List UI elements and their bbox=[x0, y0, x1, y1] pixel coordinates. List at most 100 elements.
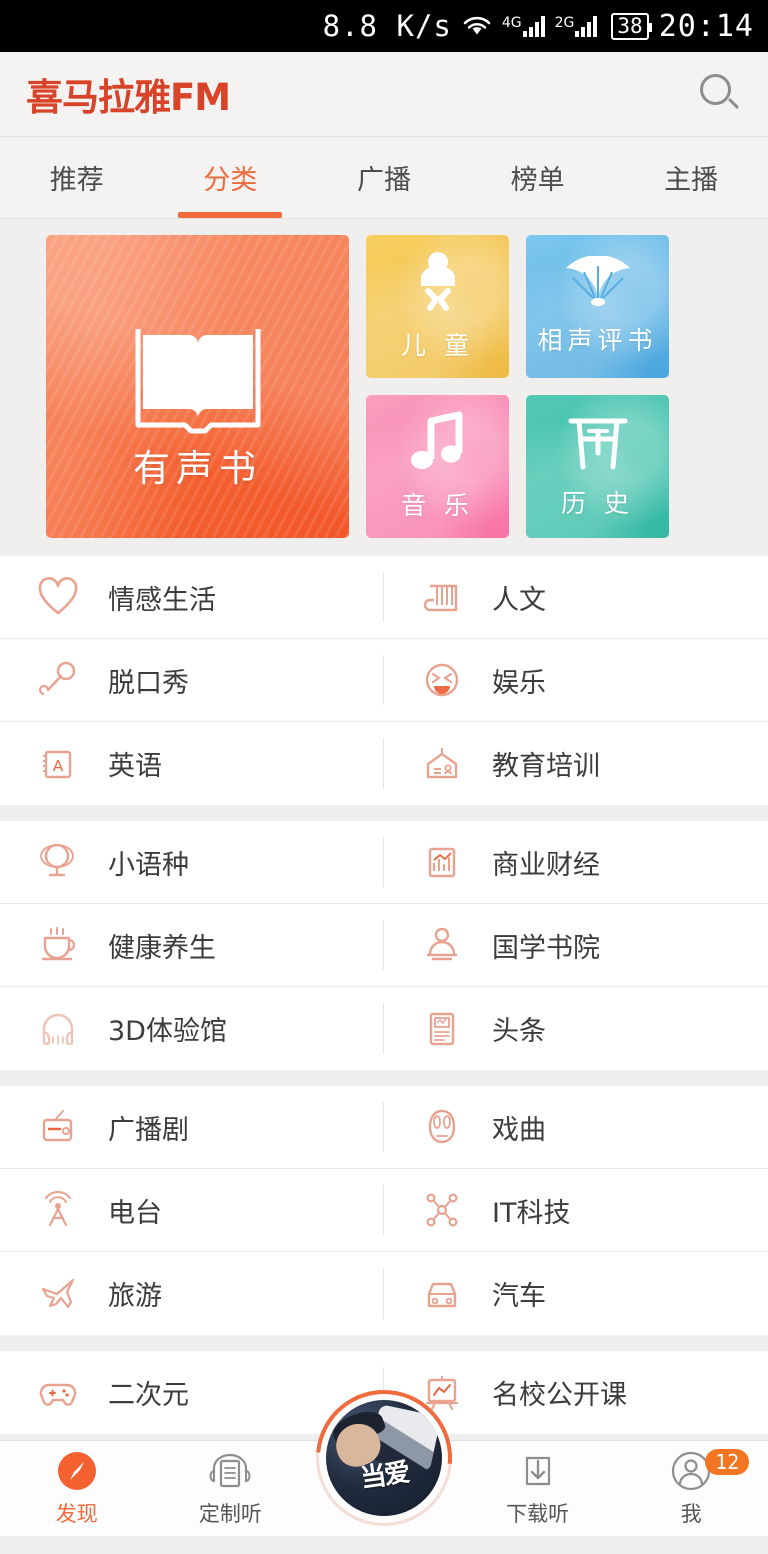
status-bar: 8.8 K/s 4G 2G 38 20:14 bbox=[0, 0, 768, 52]
section-divider bbox=[0, 1070, 768, 1086]
featured-tile-label: 有声书 bbox=[133, 447, 262, 490]
category-item-opera[interactable]: 戏曲 bbox=[384, 1086, 768, 1168]
category-label: 旅游 bbox=[108, 1281, 162, 1312]
category-row: 小语种 商业财经 bbox=[0, 821, 768, 904]
featured-tile-kids[interactable]: 儿 童 bbox=[366, 235, 509, 378]
featured-tile-label: 历 史 bbox=[561, 489, 634, 518]
tab-tuijian[interactable]: 推荐 bbox=[0, 137, 154, 218]
bottom-navigation-bar: 发现 定制听 当爱 下载听 12 我 bbox=[0, 1390, 768, 1536]
hanging-sign-icon bbox=[418, 740, 466, 788]
category-item-education[interactable]: 教育培训 bbox=[384, 722, 768, 805]
category-item-radio-station[interactable]: 电台 bbox=[0, 1169, 384, 1251]
app-logo: 喜马拉雅FM bbox=[26, 76, 231, 119]
scroll-book-icon bbox=[418, 573, 466, 621]
category-label: 脱口秀 bbox=[108, 667, 189, 699]
nav-label: 我 bbox=[680, 1501, 702, 1526]
category-item-health[interactable]: 健康养生 bbox=[0, 904, 384, 986]
globe-icon bbox=[34, 838, 82, 886]
player-title: 当爱 bbox=[358, 1457, 411, 1494]
category-item-entertainment[interactable]: 娱乐 bbox=[384, 639, 768, 721]
nav-label: 下载听 bbox=[506, 1501, 570, 1526]
category-item-humanities[interactable]: 人文 bbox=[384, 556, 768, 638]
tab-label: 广播 bbox=[356, 165, 411, 196]
category-label: 戏曲 bbox=[492, 1114, 546, 1146]
app-header: 喜马拉雅FM bbox=[0, 52, 768, 137]
category-row: 3D体验馆 头条 bbox=[0, 987, 768, 1070]
featured-tile-music[interactable]: 音 乐 bbox=[366, 395, 509, 538]
category-label: 电台 bbox=[108, 1197, 162, 1229]
category-label: 汽车 bbox=[492, 1281, 546, 1312]
wifi-icon bbox=[462, 14, 492, 38]
category-item-auto[interactable]: 汽车 bbox=[384, 1252, 768, 1335]
svg-text:A: A bbox=[53, 757, 64, 775]
signal-4g: 4G bbox=[502, 15, 545, 37]
category-item-minor-languages[interactable]: 小语种 bbox=[0, 821, 384, 903]
featured-tile-label: 音 乐 bbox=[401, 491, 474, 520]
nav-item-custom-listen[interactable]: 定制听 bbox=[154, 1441, 308, 1536]
category-label: 二次元 bbox=[108, 1380, 189, 1411]
microphone-icon bbox=[34, 656, 82, 704]
featured-tile-label: 儿 童 bbox=[401, 331, 474, 360]
category-item-talkshow[interactable]: 脱口秀 bbox=[0, 639, 384, 721]
category-label: 教育培训 bbox=[492, 751, 600, 782]
section-divider bbox=[0, 1335, 768, 1351]
baby-icon bbox=[408, 251, 468, 317]
featured-grid: 有声书 儿 童 相声评书 音 乐 历 史 bbox=[0, 219, 768, 556]
section-divider bbox=[0, 805, 768, 821]
category-item-business-finance[interactable]: 商业财经 bbox=[384, 821, 768, 903]
teacup-icon bbox=[34, 921, 82, 969]
category-item-headlines[interactable]: 头条 bbox=[384, 987, 768, 1070]
category-label: 健康养生 bbox=[108, 932, 216, 964]
category-row: A 英语 教育培训 bbox=[0, 722, 768, 805]
nav-label: 定制听 bbox=[198, 1501, 262, 1526]
category-item-english[interactable]: A 英语 bbox=[0, 722, 384, 805]
category-label: 人文 bbox=[492, 584, 546, 616]
signal-bars-primary bbox=[522, 15, 545, 37]
featured-tile-history[interactable]: 历 史 bbox=[526, 395, 669, 538]
search-icon[interactable] bbox=[698, 72, 742, 116]
category-item-travel[interactable]: 旅游 bbox=[0, 1252, 384, 1335]
mini-player-button[interactable]: 当爱 bbox=[315, 1390, 452, 1526]
download-icon bbox=[517, 1450, 559, 1492]
tab-active-indicator bbox=[178, 212, 283, 218]
signal-2g-label: 2G bbox=[554, 15, 575, 31]
signal-bars-secondary bbox=[575, 15, 598, 37]
category-label: 国学书院 bbox=[492, 932, 600, 964]
category-row: 广播剧 戏曲 bbox=[0, 1086, 768, 1169]
category-item-emotion-life[interactable]: 情感生活 bbox=[0, 556, 384, 638]
featured-tile-audiobook[interactable]: 有声书 bbox=[46, 235, 349, 538]
clock: 20:14 bbox=[658, 8, 754, 44]
category-item-sinology[interactable]: 国学书院 bbox=[384, 904, 768, 986]
tab-bangdan[interactable]: 榜单 bbox=[461, 137, 615, 218]
scholar-icon bbox=[418, 921, 466, 969]
nav-item-discover[interactable]: 发现 bbox=[0, 1441, 154, 1536]
laughing-face-icon bbox=[418, 656, 466, 704]
gate-archway-icon bbox=[567, 413, 629, 475]
folding-fan-icon bbox=[562, 255, 634, 312]
tab-guangbo[interactable]: 广播 bbox=[307, 137, 461, 218]
category-label: 娱乐 bbox=[492, 667, 546, 699]
tab-fenlei[interactable]: 分类 bbox=[154, 137, 308, 218]
gamepad-icon bbox=[34, 1369, 82, 1417]
tab-label: 分类 bbox=[203, 165, 258, 196]
music-note-icon bbox=[409, 411, 467, 477]
category-group-1: 情感生活 人文 脱口秀 娱乐 A 英语 教育培训 bbox=[0, 556, 768, 805]
featured-tile-crosstalk[interactable]: 相声评书 bbox=[526, 235, 669, 378]
signal-4g-label: 4G bbox=[501, 15, 522, 31]
category-item-it-tech[interactable]: IT科技 bbox=[384, 1169, 768, 1251]
signal-2g: 2G bbox=[555, 15, 598, 37]
category-item-3d-experience[interactable]: 3D体验馆 bbox=[0, 987, 384, 1070]
nav-item-downloads[interactable]: 下载听 bbox=[461, 1441, 615, 1536]
category-label: 名校公开课 bbox=[492, 1380, 627, 1411]
category-row: 电台 IT科技 bbox=[0, 1169, 768, 1252]
category-item-radio-drama[interactable]: 广播剧 bbox=[0, 1086, 384, 1168]
category-label: 英语 bbox=[108, 751, 162, 782]
tab-zhubo[interactable]: 主播 bbox=[614, 137, 768, 218]
bar-chart-icon bbox=[418, 838, 466, 886]
nav-item-profile[interactable]: 12 我 bbox=[614, 1441, 768, 1536]
radio-icon bbox=[34, 1103, 82, 1151]
letter-a-card-icon: A bbox=[34, 740, 82, 788]
player-avatar: 当爱 bbox=[325, 1400, 442, 1516]
heart-icon bbox=[34, 573, 82, 621]
molecule-icon bbox=[418, 1186, 466, 1234]
